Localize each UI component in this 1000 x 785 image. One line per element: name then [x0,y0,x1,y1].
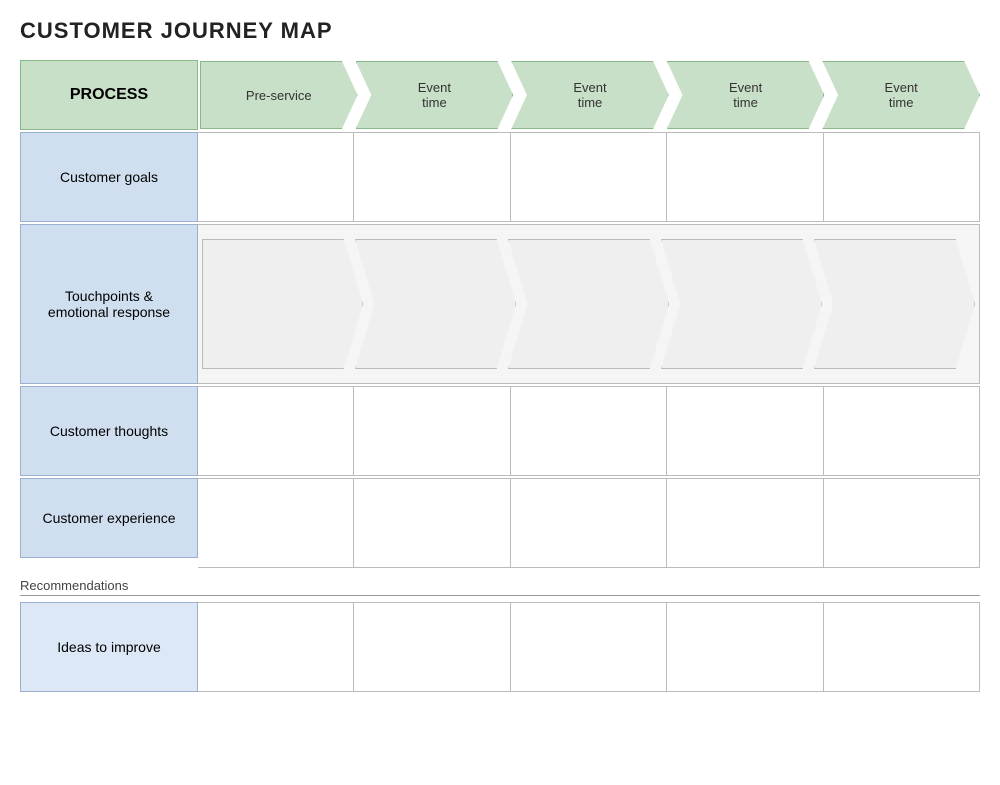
experience-label: Customer experience [20,478,198,558]
ideas-row: Ideas to improve [20,602,980,692]
touchpoints-label: Touchpoints & emotional response [20,224,198,384]
thoughts-label: Customer thoughts [20,386,198,476]
experience-cell-1[interactable] [198,479,354,567]
goals-cell-4[interactable] [667,133,823,221]
touch-arrow-1 [202,239,363,369]
process-arrows: Pre-service Event time Event time Event … [198,60,980,130]
thoughts-cell-2[interactable] [354,387,510,475]
touch-arrow-3 [508,239,669,369]
recommendations-divider [20,595,980,596]
ideas-label: Ideas to improve [20,602,198,692]
ideas-content [198,602,980,692]
experience-cell-4[interactable] [667,479,823,567]
thoughts-cell-4[interactable] [667,387,823,475]
experience-row: Customer experience [20,478,980,568]
thoughts-row: Customer thoughts [20,386,980,476]
goals-content [198,132,980,222]
thoughts-cell-5[interactable] [824,387,979,475]
step-2[interactable]: Event time [356,61,514,129]
touch-arrow-4 [661,239,822,369]
goals-cell-1[interactable] [198,133,354,221]
touchpoints-row: Touchpoints & emotional response [20,224,980,384]
goals-cell-2[interactable] [354,133,510,221]
goals-row: Customer goals [20,132,980,222]
thoughts-content [198,386,980,476]
step-4[interactable]: Event time [667,61,825,129]
goals-label: Customer goals [20,132,198,222]
process-label: PROCESS [20,60,198,130]
ideas-cell-4[interactable] [667,603,823,691]
step-5[interactable]: Event time [822,61,980,129]
recommendations-label: Recommendations [20,574,980,595]
ideas-cell-3[interactable] [511,603,667,691]
page-title: CUSTOMER JOURNEY MAP [20,18,980,44]
step-1[interactable]: Pre-service [200,61,358,129]
process-row: PROCESS Pre-service Event time Event tim… [20,60,980,130]
experience-content [198,478,980,568]
recommendations-section: Recommendations [20,574,980,596]
goals-cell-3[interactable] [511,133,667,221]
experience-cell-2[interactable] [354,479,510,567]
thoughts-cell-1[interactable] [198,387,354,475]
touch-arrow-2 [355,239,516,369]
touchpoints-content [198,224,980,384]
ideas-cell-1[interactable] [198,603,354,691]
touch-arrow-5 [814,239,975,369]
goals-cell-5[interactable] [824,133,979,221]
thoughts-cell-3[interactable] [511,387,667,475]
journey-map: CUSTOMER JOURNEY MAP PROCESS Pre-service… [20,18,980,692]
ideas-cell-2[interactable] [354,603,510,691]
step-3[interactable]: Event time [511,61,669,129]
experience-cell-3[interactable] [511,479,667,567]
ideas-cell-5[interactable] [824,603,979,691]
experience-cell-5[interactable] [824,479,979,567]
